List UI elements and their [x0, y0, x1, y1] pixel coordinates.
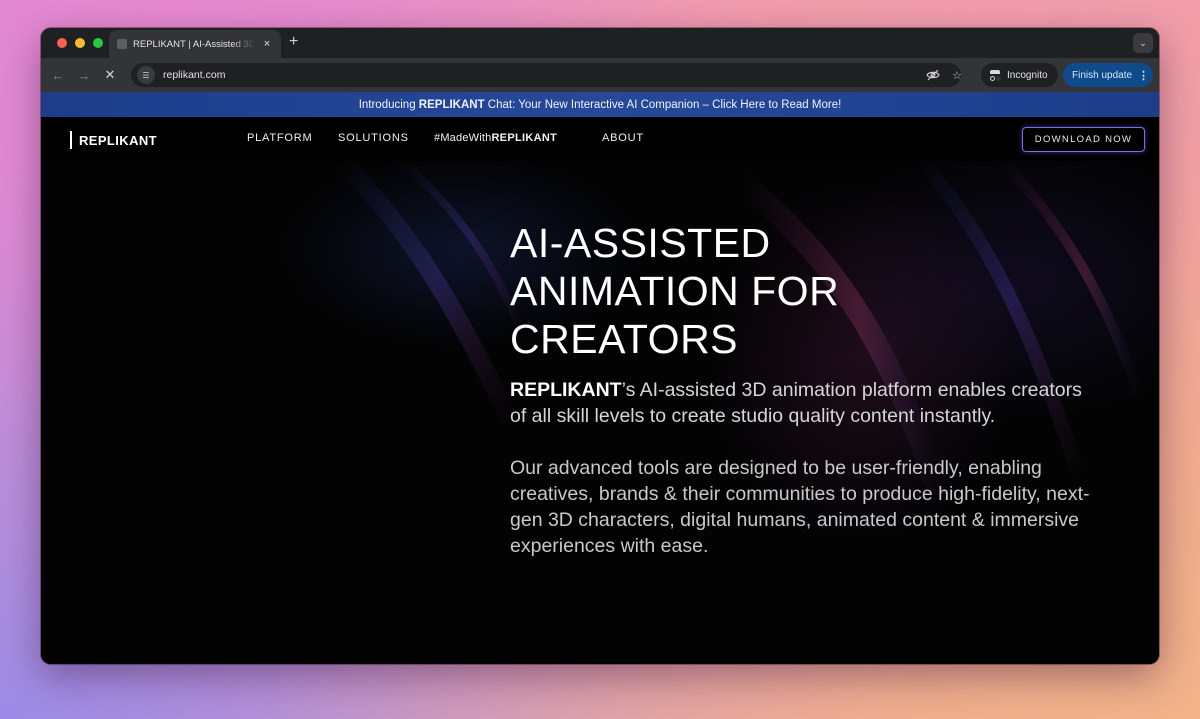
maximize-window-button[interactable] — [93, 38, 103, 48]
window-controls — [57, 38, 103, 48]
download-now-button[interactable]: DOWNLOAD NOW — [1022, 127, 1145, 152]
hero-heading-line: AI-ASSISTED — [510, 220, 771, 266]
hero-heading: AI-ASSISTED ANIMATION FOR CREATORS — [510, 219, 839, 363]
announcement-suffix: Chat: Your New Interactive AI Companion … — [484, 98, 842, 111]
logo-bar-icon — [70, 131, 72, 149]
hero-brand: REPLIKANT — [510, 379, 622, 401]
nav-about[interactable]: ABOUT — [602, 132, 644, 144]
stop-loading-icon[interactable]: ✕ — [101, 66, 119, 84]
tab-replikant[interactable]: REPLIKANT | AI-Assisted 3D Animation × — [109, 30, 281, 58]
tab-strip: REPLIKANT | AI-Assisted 3D Animation × +… — [41, 28, 1159, 58]
tab-title: REPLIKANT | AI-Assisted 3D Animation — [133, 38, 255, 50]
nav-made-with-prefix: #MadeWith — [434, 132, 492, 144]
finish-update-button[interactable]: Finish update ⋮ — [1063, 63, 1153, 87]
back-arrow-icon[interactable]: ← — [49, 66, 67, 84]
nav-made-with[interactable]: #MadeWithREPLIKANT — [434, 132, 557, 144]
incognito-label: Incognito — [1007, 69, 1048, 81]
minimize-window-button[interactable] — [75, 38, 85, 48]
forward-arrow-icon[interactable]: → — [75, 66, 93, 84]
favicon-icon — [117, 39, 127, 49]
announcement-banner[interactable]: Introducing REPLIKANT Chat: Your New Int… — [41, 92, 1159, 117]
more-menu-icon[interactable]: ⋮ — [1138, 69, 1149, 82]
incognito-icon — [989, 70, 1001, 81]
url-text[interactable]: replikant.com — [163, 69, 225, 81]
hero-heading-line: ANIMATION FOR — [510, 268, 840, 314]
nav-solutions[interactable]: SOLUTIONS — [338, 132, 409, 144]
tab-search-chevron-icon[interactable]: ⌄ — [1133, 33, 1153, 53]
hero-description-paragraph: Our advanced tools are designed to be us… — [510, 457, 1090, 557]
nav-made-with-brand: REPLIKANT — [491, 132, 558, 144]
bookmark-star-icon[interactable]: ☆ — [949, 67, 965, 83]
hero-heading-line: CREATORS — [510, 316, 739, 362]
announcement-prefix: Introducing — [358, 98, 419, 111]
browser-window: REPLIKANT | AI-Assisted 3D Animation × +… — [41, 28, 1159, 664]
hero-intro-paragraph: REPLIKANT’s AI-assisted 3D animation pla… — [510, 377, 1090, 429]
site-logo[interactable]: REPLIKANT — [70, 131, 157, 149]
finish-update-label: Finish update — [1072, 69, 1133, 81]
address-bar[interactable]: ☰ replikant.com ☆ — [131, 63, 962, 87]
announcement-brand: REPLIKANT — [418, 98, 485, 111]
incognito-button[interactable]: Incognito — [981, 63, 1058, 87]
hero-section: AI-ASSISTED ANIMATION FOR CREATORS REPLI… — [41, 161, 1159, 664]
new-tab-button[interactable]: + — [289, 33, 298, 51]
site-nav: REPLIKANT PLATFORM SOLUTIONS #MadeWithRE… — [41, 117, 1159, 161]
logo-text: REPLIKANT — [79, 132, 157, 148]
browser-toolbar: ← → ✕ ☰ replikant.com ☆ Incognito Finish… — [41, 58, 1159, 92]
close-window-button[interactable] — [57, 38, 67, 48]
site-info-icon[interactable]: ☰ — [137, 66, 155, 84]
tab-close-icon[interactable]: × — [261, 38, 273, 50]
eye-slash-icon[interactable] — [925, 67, 941, 83]
web-page: Introducing REPLIKANT Chat: Your New Int… — [41, 92, 1159, 664]
nav-platform[interactable]: PLATFORM — [247, 132, 312, 144]
